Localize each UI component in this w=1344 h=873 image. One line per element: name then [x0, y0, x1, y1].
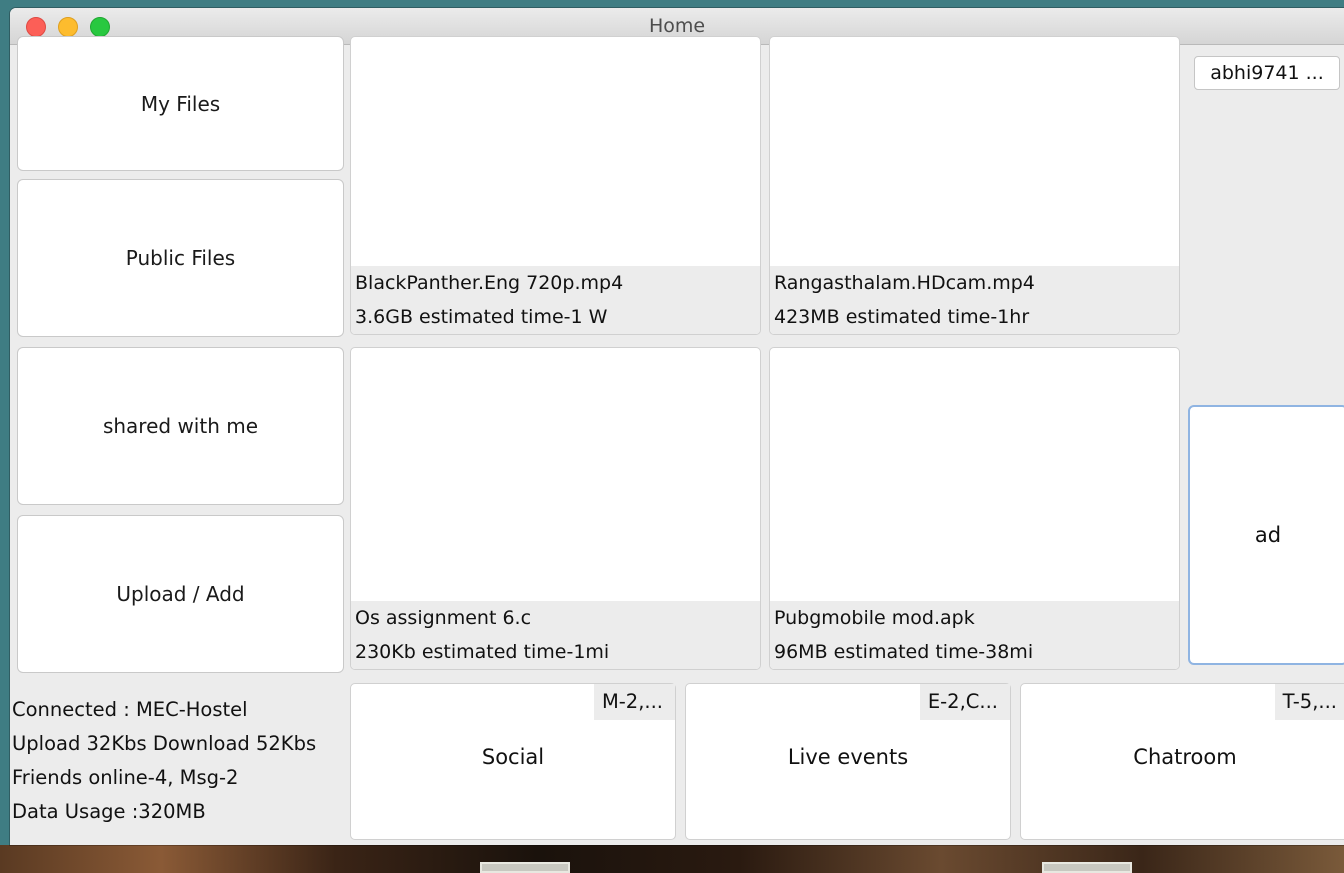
social-button[interactable]: M-2,... Social: [350, 683, 676, 840]
friends-online: Friends online-4, Msg-2: [12, 766, 239, 789]
notification-badge: E-2,C...: [919, 684, 1010, 720]
connected-network: Connected : MEC-Hostel: [12, 698, 248, 721]
transfer-speed: Upload 32Kbs Download 52Kbs: [12, 732, 317, 755]
file-caption: Rangasthalam.HDcam.mp4 423MB estimated t…: [770, 266, 1179, 334]
file-name: Pubgmobile mod.apk: [774, 607, 975, 629]
ad-banner[interactable]: ad: [1188, 405, 1344, 665]
section-label: Chatroom: [1133, 745, 1237, 769]
file-info: 3.6GB estimated time-1 W: [355, 306, 608, 328]
file-name: BlackPanther.Eng 720p.mp4: [355, 272, 624, 294]
file-card[interactable]: Os assignment 6.c 230Kb estimated time-1…: [350, 347, 761, 670]
public-files-button[interactable]: Public Files: [17, 179, 344, 337]
file-info: 230Kb estimated time-1mi: [355, 641, 610, 663]
notification-badge: M-2,...: [593, 684, 675, 720]
shared-with-me-button[interactable]: shared with me: [17, 347, 344, 505]
live-events-button[interactable]: E-2,C... Live events: [685, 683, 1011, 840]
file-caption: Pubgmobile mod.apk 96MB estimated time-3…: [770, 601, 1179, 669]
file-info: 96MB estimated time-38mi: [774, 641, 1034, 663]
home-window: Home My Files Public Files shared with m…: [10, 8, 1344, 845]
my-files-button[interactable]: My Files: [17, 36, 344, 171]
file-info: 423MB estimated time-1hr: [774, 306, 1030, 328]
file-card[interactable]: BlackPanther.Eng 720p.mp4 3.6GB estimate…: [350, 36, 761, 335]
data-usage: Data Usage :320MB: [12, 800, 206, 823]
upload-add-button[interactable]: Upload / Add: [17, 515, 344, 673]
section-label: Social: [481, 745, 545, 769]
file-card[interactable]: Pubgmobile mod.apk 96MB estimated time-3…: [769, 347, 1180, 670]
notification-badge: T-5,...: [1274, 684, 1344, 720]
chatroom-button[interactable]: T-5,... Chatroom: [1020, 683, 1344, 840]
file-name: Os assignment 6.c: [355, 607, 532, 629]
section-label: Live events: [787, 745, 909, 769]
file-caption: Os assignment 6.c 230Kb estimated time-1…: [351, 601, 760, 669]
file-name: Rangasthalam.HDcam.mp4: [774, 272, 1035, 294]
user-account-button[interactable]: abhi9741 ...: [1194, 56, 1340, 90]
desktop-thumbnail: [480, 862, 570, 873]
file-caption: BlackPanther.Eng 720p.mp4 3.6GB estimate…: [351, 266, 760, 334]
desktop-thumbnail: [1042, 862, 1132, 873]
connection-status: Connected : MEC-Hostel Upload 32Kbs Down…: [12, 693, 316, 829]
file-card[interactable]: Rangasthalam.HDcam.mp4 423MB estimated t…: [769, 36, 1180, 335]
desktop-background: [0, 845, 1344, 873]
